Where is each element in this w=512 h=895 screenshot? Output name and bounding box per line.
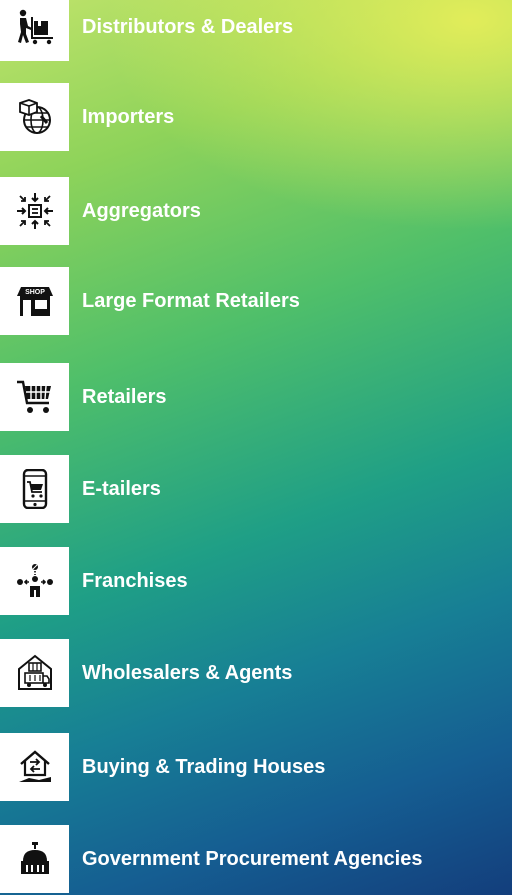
- mobile-cart-icon: [22, 469, 47, 509]
- item-label: Large Format Retailers: [82, 290, 300, 312]
- item-label: Retailers: [82, 386, 167, 408]
- icon-box: SHOP: [0, 267, 69, 335]
- warehouse-truck-icon: [17, 654, 52, 690]
- list-item-distributors-dealers[interactable]: Distributors & Dealers: [0, 0, 512, 61]
- trade-channels-panel: Distributors & Dealers Importers Aggrega…: [0, 0, 512, 895]
- network-hub-icon: [16, 564, 53, 597]
- list-item-franchises[interactable]: Franchises: [0, 547, 512, 615]
- list-item-wholesalers-agents[interactable]: Wholesalers & Agents: [0, 639, 512, 707]
- list-item-aggregators[interactable]: Aggregators: [0, 177, 512, 245]
- list-item-buying-trading-houses[interactable]: Buying & Trading Houses: [0, 733, 512, 801]
- item-label: Government Procurement Agencies: [82, 848, 423, 870]
- list-item-large-format-retailers[interactable]: SHOP Large Format Retailers: [0, 267, 512, 335]
- icon-box: [0, 363, 69, 431]
- item-label: E-tailers: [82, 478, 161, 500]
- list-item-government-procurement-agencies[interactable]: Government Procurement Agencies: [0, 825, 512, 893]
- item-label: Franchises: [82, 570, 188, 592]
- shopping-cart-icon: [16, 380, 51, 413]
- item-label: Buying & Trading Houses: [82, 756, 326, 778]
- shop-storefront-icon: SHOP: [16, 287, 53, 316]
- globe-package-icon: [18, 99, 51, 134]
- icon-box: [0, 825, 69, 893]
- item-label: Distributors & Dealers: [82, 16, 294, 38]
- icon-box: [0, 547, 69, 615]
- person-pushing-cart-icon: [17, 9, 53, 45]
- list-item-e-tailers[interactable]: E-tailers: [0, 455, 512, 523]
- arrows-converge-icon: [16, 193, 53, 229]
- list-item-importers[interactable]: Importers: [0, 83, 512, 151]
- list-item-retailers[interactable]: Retailers: [0, 363, 512, 431]
- item-label: Aggregators: [82, 200, 201, 222]
- icon-box: [0, 455, 69, 523]
- icon-box: [0, 0, 69, 61]
- icon-box: [0, 639, 69, 707]
- icon-box: [0, 83, 69, 151]
- government-dome-icon: [20, 842, 49, 874]
- icon-box: [0, 177, 69, 245]
- house-exchange-icon: [18, 750, 51, 782]
- item-label: Importers: [82, 106, 175, 128]
- shop-sign-text: SHOP: [25, 289, 45, 296]
- item-label: Wholesalers & Agents: [82, 662, 293, 684]
- icon-box: [0, 733, 69, 801]
